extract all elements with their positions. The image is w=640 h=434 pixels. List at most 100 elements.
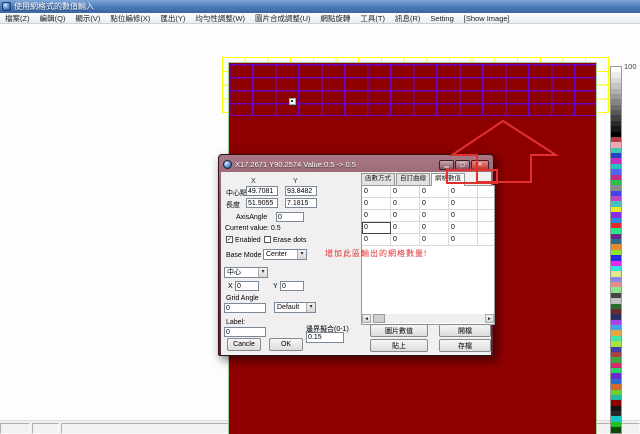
marker-dot	[291, 100, 293, 102]
colorbar-band[interactable]	[611, 427, 621, 432]
status-cell	[32, 423, 59, 434]
grid-values-table: 00000000000000000000	[362, 186, 494, 246]
length-x-field[interactable]	[246, 198, 278, 208]
menu-item-2[interactable]: 編輯(Q)	[35, 13, 71, 24]
open-file-button[interactable]: 開檔	[439, 324, 491, 337]
length-y-field[interactable]	[285, 198, 317, 208]
maximize-button[interactable]: ▢	[455, 160, 470, 170]
table-row: 0000	[362, 210, 494, 222]
dialog-titlebar[interactable]: X17.2671 Y90.2574 Value:0.5 -> 0.5 ▁ ▢ ✕	[221, 157, 491, 172]
grid-cell[interactable]: 0	[391, 222, 420, 234]
grid-cell[interactable]: 0	[449, 234, 478, 246]
table-row: 0000	[362, 186, 494, 198]
menu-item-4[interactable]: 點位編修(X)	[105, 13, 155, 24]
grid-cell[interactable]: 0	[362, 186, 391, 198]
image-values-button[interactable]: 圖片數值	[370, 324, 428, 337]
current-value-text: Current value: 0.5	[225, 225, 281, 232]
scroll-right-icon[interactable]: ►	[485, 314, 494, 323]
grid-cell[interactable]: 0	[449, 198, 478, 210]
enabled-checkbox[interactable]: ✓	[226, 236, 233, 243]
enabled-label: Enabled	[235, 237, 261, 244]
menu-item-12[interactable]: [Show Image]	[459, 14, 515, 23]
grid-cell[interactable]: 0	[449, 222, 478, 234]
grid-angle-label: Grid Angle	[226, 295, 259, 302]
length-label: 長度	[226, 200, 240, 210]
tab-1[interactable]: 函數方式	[361, 173, 395, 185]
boundary-fit-field[interactable]	[306, 332, 344, 343]
application-window: 使用網格式的數值輸入 檔案(Z)編輯(Q)顯示(V)點位編修(X)匯出(Y)均勻…	[0, 0, 640, 434]
grid-cell[interactable]: 0	[420, 222, 449, 234]
scroll-left-icon[interactable]: ◄	[362, 314, 371, 323]
minimize-button[interactable]: ▁	[439, 160, 454, 170]
scrollbar-thumb[interactable]	[373, 314, 385, 323]
erase-dots-checkbox[interactable]	[264, 236, 271, 243]
anchor-select[interactable]: 中心 ▾	[224, 267, 268, 278]
column-x-header: X	[251, 178, 256, 185]
grid-angle-mode-select[interactable]: Default ▾	[274, 302, 316, 313]
scale-max-label: 100	[624, 62, 637, 71]
grid-cell[interactable]: 0	[362, 210, 391, 222]
base-mode-select[interactable]: Center ▾	[263, 249, 307, 260]
grid-cell[interactable]: 0	[391, 234, 420, 246]
grid-cell[interactable]: 0	[362, 222, 391, 234]
horizontal-scrollbar[interactable]: ◄ ►	[362, 314, 494, 323]
grid-cell[interactable]: 0	[449, 186, 478, 198]
x-offset-label: X	[228, 283, 233, 290]
dialog-body: X Y 中心點 長度 AxisAngle Current value: 0.5 …	[221, 172, 491, 355]
axis-angle-field[interactable]	[276, 212, 304, 222]
menu-item-6[interactable]: 均勻性調整(W)	[190, 13, 250, 24]
y-offset-field[interactable]	[280, 281, 304, 291]
menu-item-1[interactable]: 檔案(Z)	[0, 13, 35, 24]
value-grid-purple	[229, 64, 596, 116]
tab-3[interactable]: 網格數值	[431, 173, 465, 186]
grid-angle-field[interactable]	[224, 303, 266, 313]
menu-item-8[interactable]: 網點旋轉	[315, 13, 355, 24]
grid-cell[interactable]: 0	[391, 198, 420, 210]
erase-dots-label: Erase dots	[273, 237, 306, 244]
label-field[interactable]	[224, 327, 266, 337]
menu-item-11[interactable]: Setting	[425, 14, 458, 23]
paste-button[interactable]: 貼上	[370, 339, 428, 352]
grid-cell[interactable]: 0	[362, 234, 391, 246]
grid-cell[interactable]: 0	[420, 210, 449, 222]
label-label: Label:	[226, 319, 245, 326]
dialog-tabs: 函數方式自訂曲線網格數值	[361, 173, 466, 185]
grid-cell[interactable]: 0	[449, 210, 478, 222]
cancel-button[interactable]: Cancle	[227, 338, 261, 351]
color-scale-bar[interactable]	[610, 66, 622, 434]
column-y-header: Y	[293, 178, 298, 185]
grid-cell[interactable]: 0	[420, 198, 449, 210]
menu-item-5[interactable]: 匯出(Y)	[155, 13, 190, 24]
menu-item-7[interactable]: 圖片合成調整(U)	[250, 13, 315, 24]
window-titlebar[interactable]: 使用網格式的數值輸入	[0, 0, 640, 13]
grid-cell[interactable]: 0	[420, 234, 449, 246]
save-file-button[interactable]: 存檔	[439, 339, 491, 352]
grid-cell[interactable]: 0	[362, 198, 391, 210]
menu-item-10[interactable]: 訊息(R)	[390, 13, 425, 24]
chevron-down-icon: ▾	[258, 268, 267, 277]
menu-item-9[interactable]: 工具(T)	[355, 13, 390, 24]
center-x-field[interactable]	[246, 186, 278, 196]
annotation-note-text: 增加此區輸出的網格數量!	[325, 248, 427, 259]
grid-cell[interactable]: 0	[391, 186, 420, 198]
center-label: 中心點	[226, 188, 247, 198]
close-button[interactable]: ✕	[471, 160, 489, 170]
ok-button[interactable]: OK	[269, 338, 303, 351]
grid-cell[interactable]: 0	[420, 186, 449, 198]
status-cell	[0, 423, 30, 434]
table-row: 0000	[362, 198, 494, 210]
dialog-title: X17.2671 Y90.2574 Value:0.5 -> 0.5	[235, 160, 436, 169]
axis-angle-label: AxisAngle	[236, 214, 267, 221]
x-offset-field[interactable]	[235, 281, 259, 291]
menu-bar: 檔案(Z)編輯(Q)顯示(V)點位編修(X)匯出(Y)均勻性調整(W)圖片合成調…	[0, 13, 640, 24]
dialog-icon	[223, 160, 232, 169]
chevron-down-icon: ▾	[297, 250, 306, 259]
tab-2[interactable]: 自訂曲線	[396, 173, 430, 185]
center-y-field[interactable]	[285, 186, 317, 196]
app-icon	[2, 2, 11, 11]
base-mode-label: Base Mode	[226, 252, 261, 259]
y-offset-label: Y	[273, 283, 278, 290]
grid-cell[interactable]: 0	[391, 210, 420, 222]
menu-item-3[interactable]: 顯示(V)	[70, 13, 105, 24]
chevron-down-icon: ▾	[306, 303, 315, 312]
